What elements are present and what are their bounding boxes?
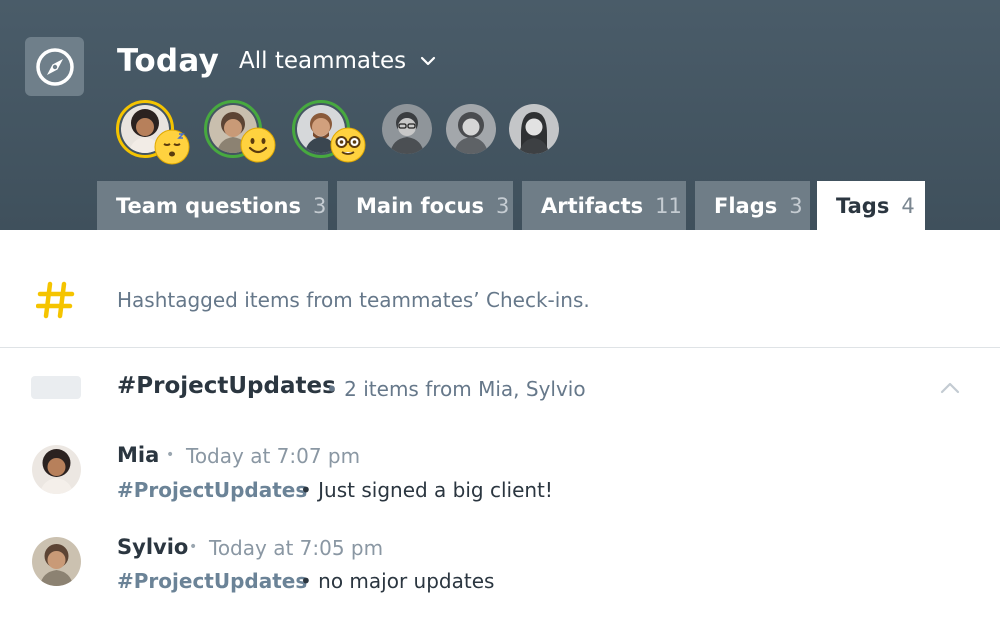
tab-team-questions[interactable]: Team questions 3 (97, 181, 328, 230)
tab-tags[interactable]: Tags 4 (817, 181, 925, 230)
tab-artifacts[interactable]: Artifacts 11 (522, 181, 686, 230)
avatar[interactable] (32, 537, 81, 586)
tab-main-focus[interactable]: Main focus 3 (337, 181, 513, 230)
avatar[interactable] (382, 104, 432, 154)
entry-timestamp: Today at 7:07 pm (186, 444, 361, 468)
tab-label: Flags (714, 193, 778, 218)
tab-count: 11 (655, 193, 682, 218)
page-title: Today (117, 43, 220, 79)
entry-hashtag[interactable]: #ProjectUpdates (117, 569, 307, 593)
compass-icon[interactable] (25, 37, 84, 96)
banner-description: Hashtagged items from teammates’ Check-i… (117, 288, 590, 312)
entry-hashtag[interactable]: #ProjectUpdates (117, 478, 307, 502)
tag-group-meta: • 2 items from Mia, Sylvio (326, 377, 586, 401)
tab-count: 3 (312, 193, 327, 218)
entry-separator: • (189, 539, 198, 555)
entry-author-name: Sylvio (117, 535, 189, 559)
tab-flags[interactable]: Flags 3 (695, 181, 810, 230)
entry-separator: • (166, 447, 175, 463)
entry-timestamp: Today at 7:05 pm (209, 536, 384, 560)
tab-label: Team questions (116, 193, 301, 218)
tab-count: 3 (789, 193, 803, 218)
avatar[interactable] (32, 445, 81, 494)
tab-label: Artifacts (541, 193, 644, 218)
chevron-down-icon (421, 56, 436, 66)
header: Today All teammates Team questions 3 Mai… (0, 0, 1000, 230)
tag-group-placeholder (31, 376, 81, 399)
sleepy-emoji-icon (154, 129, 190, 165)
entry-text: • Just signed a big client! (300, 478, 553, 502)
chevron-up-icon[interactable] (939, 380, 961, 399)
smile-emoji-icon (240, 127, 276, 163)
tab-label: Main focus (356, 193, 484, 218)
avatar[interactable] (509, 104, 559, 154)
hashtag-icon (35, 281, 76, 323)
entry-author-name: Mia (117, 443, 160, 467)
avatar[interactable] (446, 104, 496, 154)
teammate-avatars (116, 100, 576, 165)
tab-label: Tags (836, 193, 890, 218)
tab-count: 3 (496, 193, 510, 218)
nerd-emoji-icon (330, 127, 366, 163)
teammates-filter-label: All teammates (239, 48, 407, 74)
tag-group-title[interactable]: #ProjectUpdates (117, 373, 336, 399)
entry-text: • no major updates (300, 569, 495, 593)
tab-count: 4 (901, 193, 915, 218)
teammates-filter-dropdown[interactable]: All teammates (239, 48, 436, 74)
